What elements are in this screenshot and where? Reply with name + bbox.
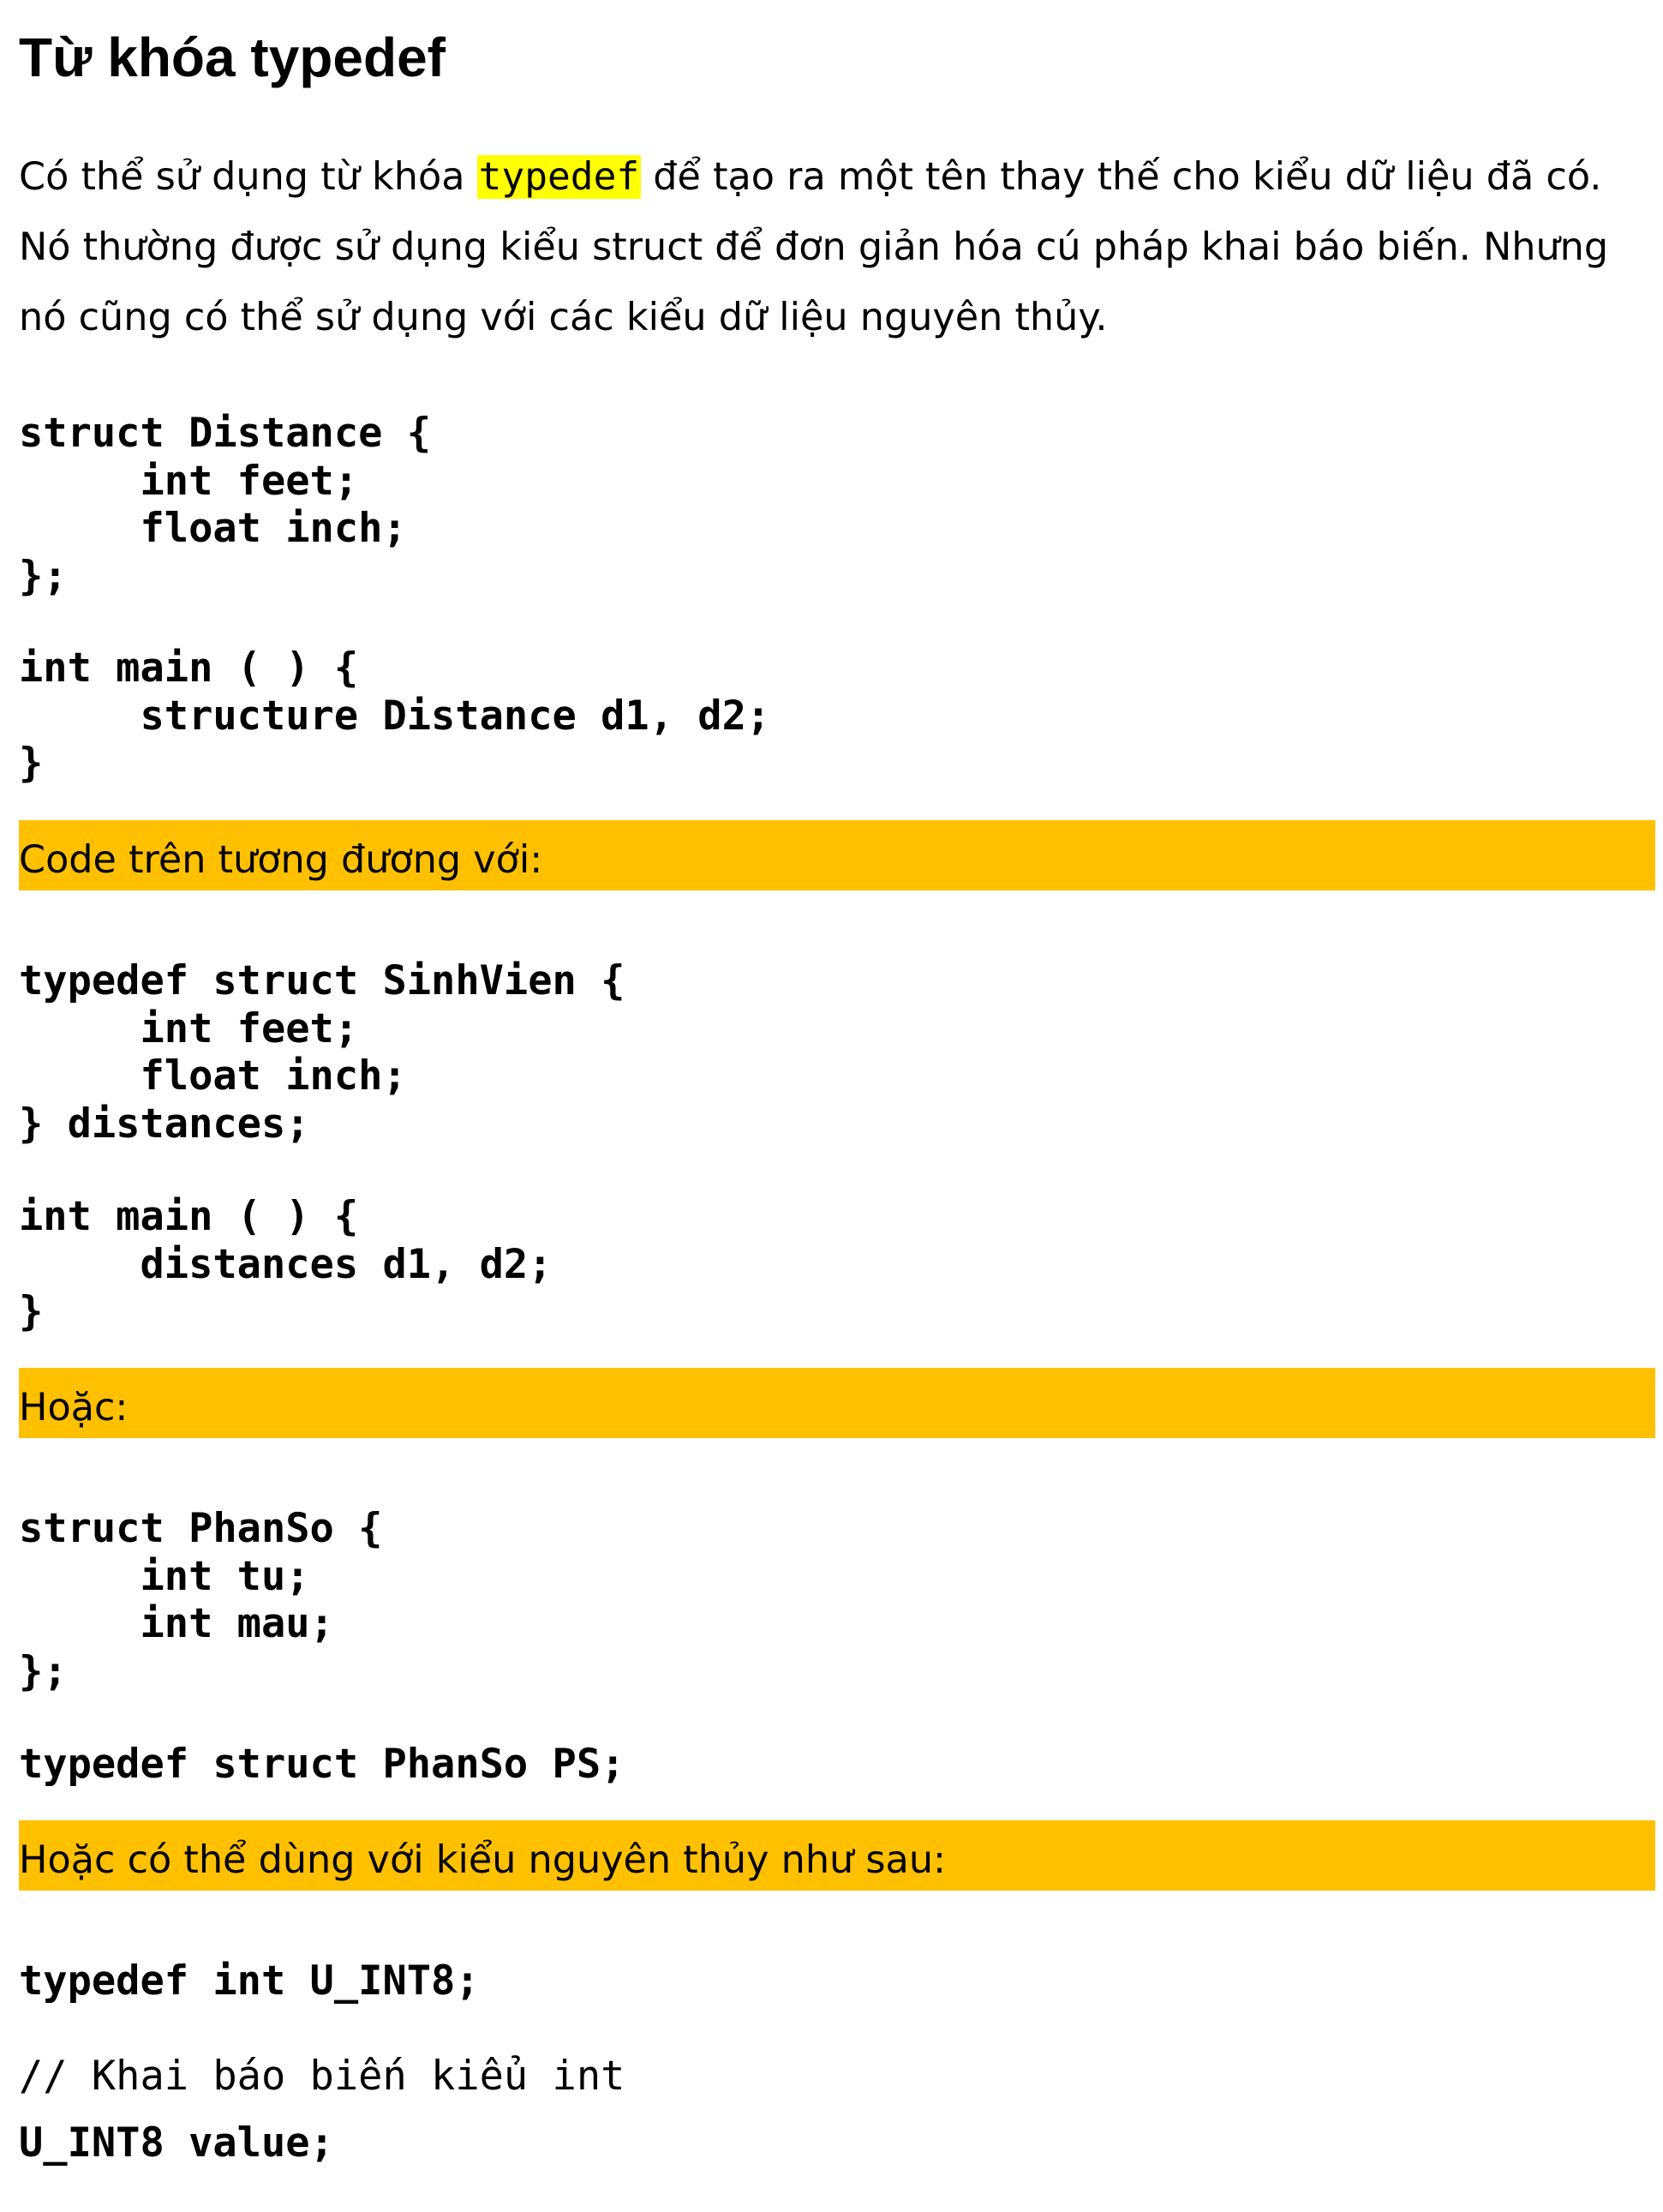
code-main-structure: int main ( ) { structure Distance d1, d2…: [19, 644, 771, 787]
note-equivalent: Code trên tương đương với:: [19, 820, 1655, 890]
code-main-distances: int main ( ) { distances d1, d2; }: [19, 1193, 553, 1335]
code-typedef-sinhvien: typedef struct SinhVien { int feet; floa…: [19, 957, 625, 1148]
code-struct-phanso: struct PhanSo { int tu; int mau; };: [19, 1505, 383, 1695]
intro-paragraph: Có thể sử dụng từ khóa typedef để tạo ra…: [19, 142, 1655, 353]
intro-text-before: Có thể sử dụng từ khóa: [19, 155, 477, 199]
note-primitive: Hoặc có thể dùng với kiểu nguyên thủy nh…: [19, 1820, 1655, 1891]
code-comment: // Khai báo biêń kiêủ int: [19, 2053, 625, 2100]
typedef-keyword-highlight: typedef: [476, 155, 642, 199]
page-title: Từ khóa typedef: [19, 27, 446, 88]
code-struct-distance: struct Distance { int feet; float inch; …: [19, 410, 432, 600]
code-typedef-uint8: typedef int U_INT8;: [19, 1957, 480, 2005]
code-uint8-value: U_INT8 value;: [19, 2119, 334, 2167]
code-typedef-phanso: typedef struct PhanSo PS;: [19, 1741, 625, 1788]
note-or: Hoặc:: [19, 1368, 1655, 1438]
